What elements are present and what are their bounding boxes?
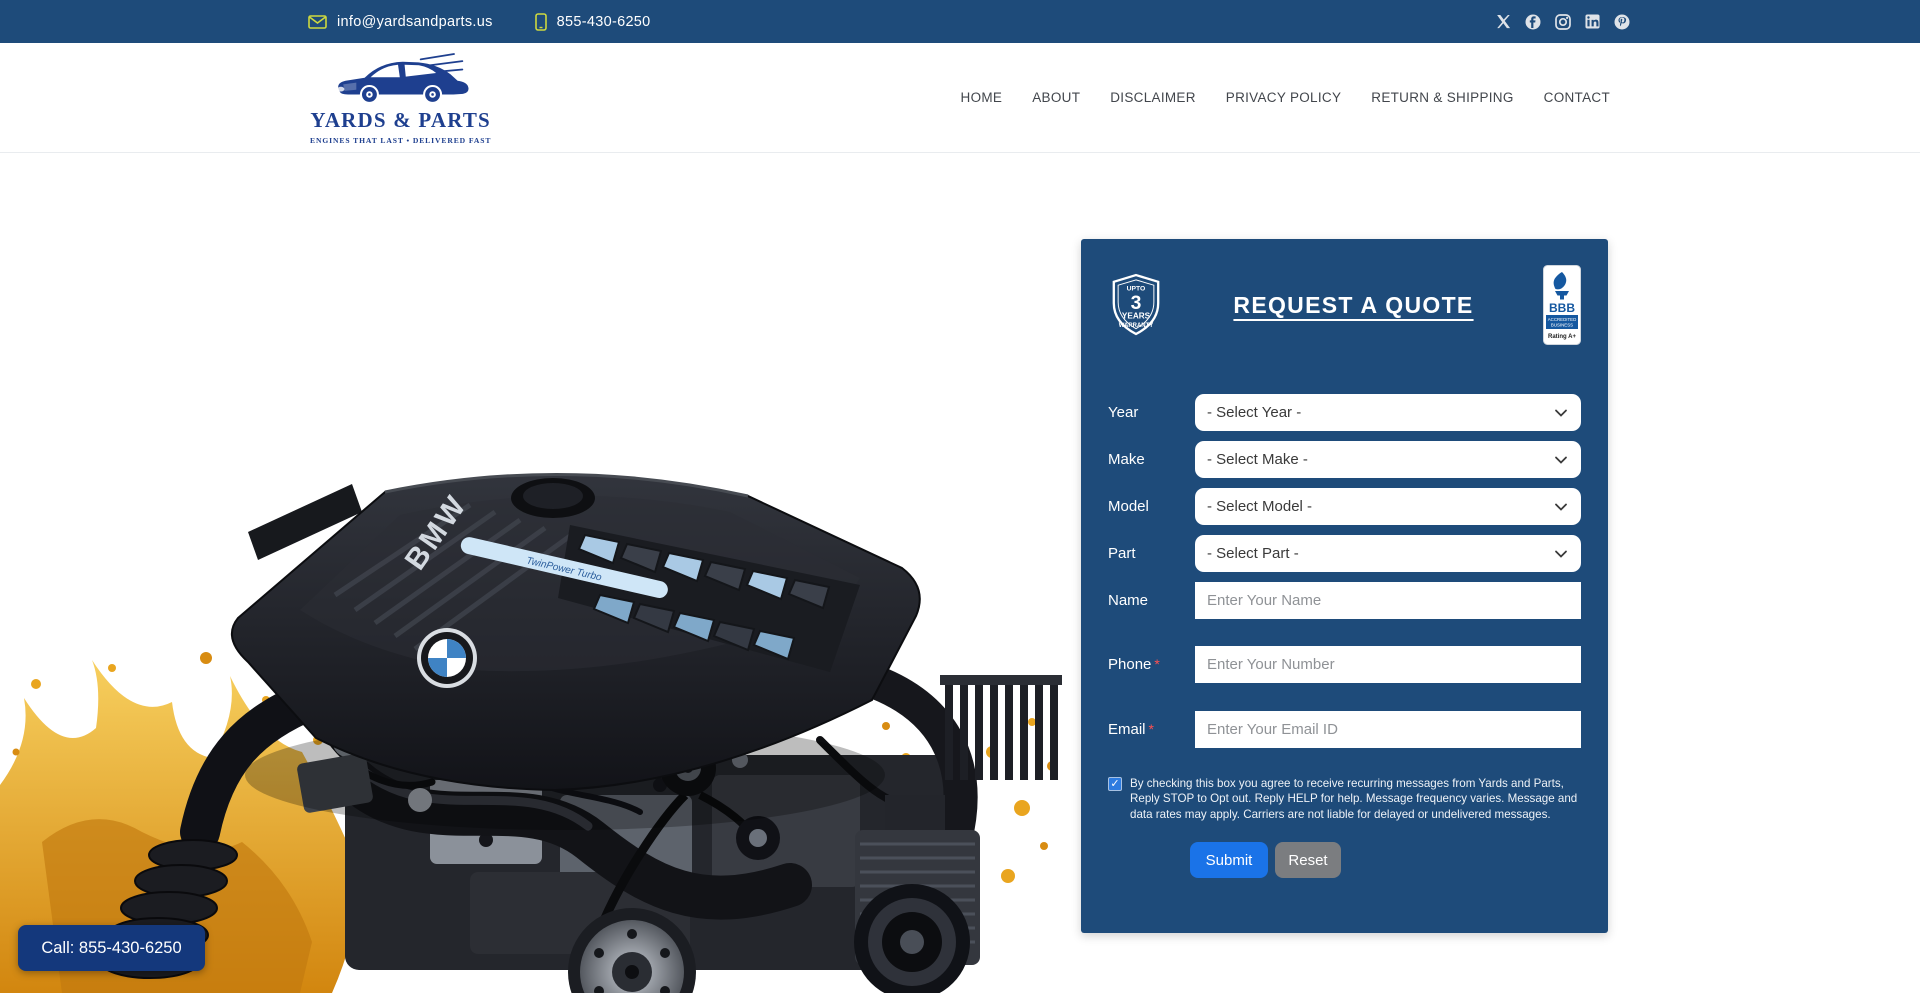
topbar-phone-text: 855-430-6250: [557, 14, 651, 30]
year-label: Year: [1108, 404, 1195, 421]
nav-disclaimer[interactable]: DISCLAIMER: [1110, 90, 1196, 105]
phone-input[interactable]: [1195, 646, 1581, 683]
quote-panel: UPTO 3 YEARS WARRANTY REQUEST A QUOTE BB…: [1081, 239, 1608, 933]
topbar-phone-link[interactable]: 855-430-6250: [535, 13, 651, 31]
form-row-phone: Phone*: [1108, 646, 1581, 683]
form-row-year: Year - Select Year -: [1108, 394, 1581, 431]
form-row-name: Name: [1108, 582, 1581, 619]
email-icon: [308, 15, 327, 29]
linkedin-icon[interactable]: [1585, 14, 1600, 29]
nav-contact[interactable]: CONTACT: [1544, 90, 1610, 105]
form-title: REQUEST A QUOTE: [1164, 292, 1543, 319]
main-nav: HOME ABOUT DISCLAIMER PRIVACY POLICY RET…: [961, 90, 1610, 105]
quote-panel-header: UPTO 3 YEARS WARRANTY REQUEST A QUOTE BB…: [1108, 258, 1581, 352]
make-label: Make: [1108, 451, 1195, 468]
consent-checkbox[interactable]: ✓: [1108, 777, 1122, 791]
logo-tagline: ENGINES THAT LAST • DELIVERED FAST: [310, 136, 491, 145]
nav-privacy-policy[interactable]: PRIVACY POLICY: [1226, 90, 1342, 105]
nav-return-shipping[interactable]: RETURN & SHIPPING: [1371, 90, 1513, 105]
form-row-model: Model - Select Model -: [1108, 488, 1581, 525]
pinterest-icon[interactable]: [1614, 14, 1630, 30]
warranty-line4: WARRANTY: [1119, 323, 1154, 329]
warranty-line3: YEARS: [1122, 312, 1151, 321]
engine-roundel: [417, 628, 477, 688]
topbar-contact: info@yardsandparts.us 855-430-6250: [308, 13, 651, 31]
reset-button[interactable]: Reset: [1275, 842, 1341, 878]
form-row-make: Make - Select Make -: [1108, 441, 1581, 478]
form-row-email: Email*: [1108, 711, 1581, 748]
consent-row: ✓ By checking this box you agree to rece…: [1108, 776, 1581, 822]
bbb-label: BBB: [1549, 301, 1575, 315]
bbb-rating: Rating A+: [1548, 334, 1576, 340]
quote-form: Year - Select Year - Make - Select Make …: [1108, 394, 1581, 878]
part-select[interactable]: - Select Part -: [1195, 535, 1581, 572]
name-input[interactable]: [1195, 582, 1581, 619]
email-input[interactable]: [1195, 711, 1581, 748]
bbb-badge: BBB ACCREDITED BUSINESS Rating A+: [1543, 265, 1581, 345]
topbar: info@yardsandparts.us 855-430-6250: [0, 0, 1920, 43]
instagram-icon[interactable]: [1555, 14, 1571, 30]
logo[interactable]: YARDS & PARTS ENGINES THAT LAST • DELIVE…: [310, 51, 491, 145]
submit-button[interactable]: Submit: [1190, 842, 1268, 878]
logo-car-icon: [332, 51, 470, 107]
form-buttons: Submit Reset: [1108, 842, 1581, 878]
engine-illustration: TwinPower Turbo BMW: [0, 140, 1080, 993]
phone-label: Phone*: [1108, 656, 1195, 673]
facebook-icon[interactable]: [1525, 14, 1541, 30]
phone-icon: [535, 13, 547, 31]
consent-text: By checking this box you agree to receiv…: [1130, 776, 1581, 822]
bbb-accredited-2: BUSINESS: [1551, 323, 1573, 328]
bbb-accredited-1: ACCREDITED: [1548, 317, 1577, 322]
engine-cover: TwinPower Turbo BMW: [232, 474, 920, 830]
make-select[interactable]: - Select Make -: [1195, 441, 1581, 478]
social-links: [1496, 14, 1630, 30]
topbar-email-link[interactable]: info@yardsandparts.us: [308, 14, 493, 30]
call-button[interactable]: Call: 855-430-6250: [18, 925, 205, 971]
warranty-badge: UPTO 3 YEARS WARRANTY: [1108, 272, 1164, 338]
logo-title: YARDS & PARTS: [310, 108, 491, 133]
topbar-email-text: info@yardsandparts.us: [337, 14, 493, 30]
name-label: Name: [1108, 592, 1195, 609]
nav-about[interactable]: ABOUT: [1032, 90, 1080, 105]
x-icon[interactable]: [1496, 14, 1511, 29]
nav-home[interactable]: HOME: [961, 90, 1003, 105]
part-label: Part: [1108, 545, 1195, 562]
form-row-part: Part - Select Part -: [1108, 535, 1581, 572]
email-label: Email*: [1108, 721, 1195, 738]
site-header: YARDS & PARTS ENGINES THAT LAST • DELIVE…: [0, 43, 1920, 153]
model-label: Model: [1108, 498, 1195, 515]
model-select[interactable]: - Select Model -: [1195, 488, 1581, 525]
year-select[interactable]: - Select Year -: [1195, 394, 1581, 431]
warranty-line1: UPTO: [1127, 286, 1146, 293]
